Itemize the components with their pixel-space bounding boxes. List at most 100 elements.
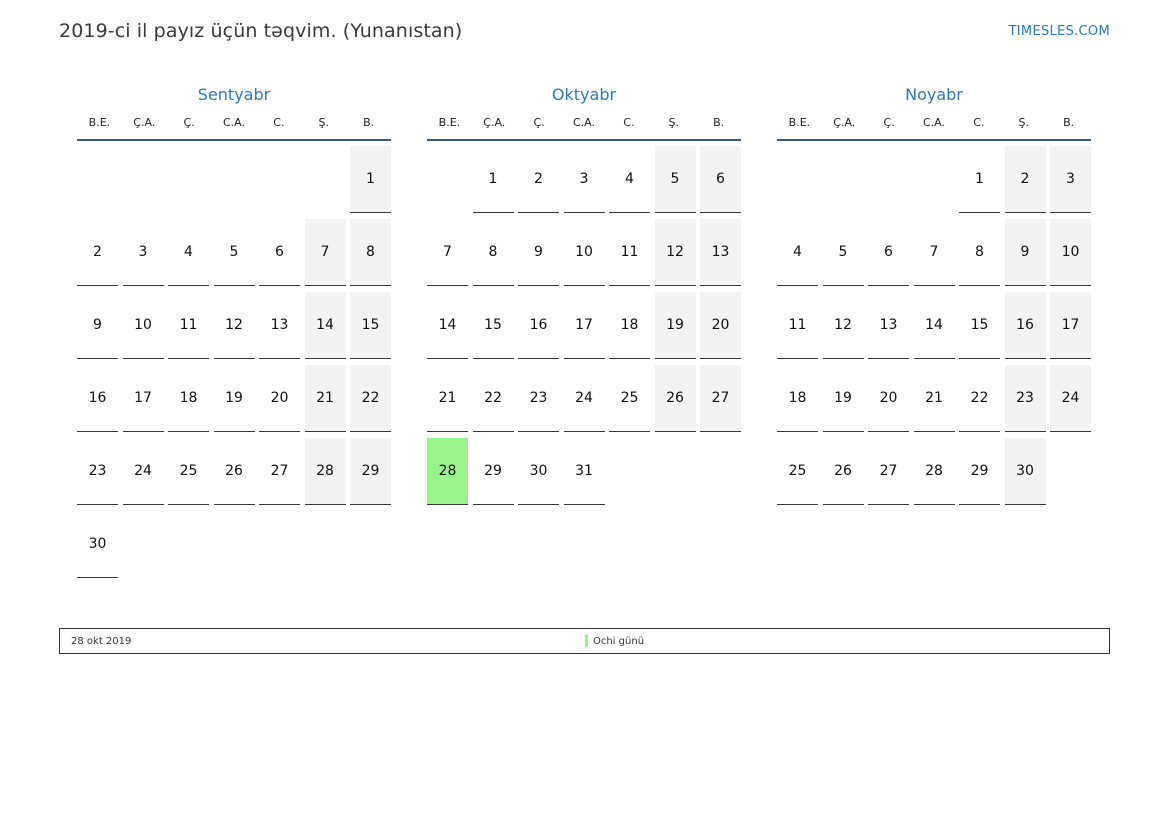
day-cell[interactable]: 5: [654, 146, 696, 213]
day-cell[interactable]: 16: [77, 365, 118, 432]
day-cell[interactable]: 28: [913, 438, 955, 505]
day-cell[interactable]: 20: [868, 365, 909, 432]
day-cell[interactable]: 23: [1004, 365, 1046, 432]
day-cell[interactable]: 6: [868, 219, 909, 286]
day-cell[interactable]: 9: [77, 292, 118, 359]
day-cell[interactable]: 29: [959, 438, 1000, 505]
day-cell[interactable]: 28: [304, 438, 346, 505]
day-cell[interactable]: 21: [427, 365, 468, 432]
day-cell[interactable]: 21: [304, 365, 346, 432]
day-cell[interactable]: 31: [563, 438, 605, 505]
day-cell[interactable]: 18: [777, 365, 818, 432]
day-cell[interactable]: 17: [1050, 292, 1091, 359]
day-cell[interactable]: 11: [777, 292, 818, 359]
day-cell[interactable]: 15: [350, 292, 391, 359]
day-cell[interactable]: 2: [77, 219, 118, 286]
day-cell[interactable]: 13: [700, 219, 741, 286]
weekday-label: Ç.: [183, 116, 195, 129]
day-cell[interactable]: 11: [609, 219, 650, 286]
weekday-label: C.A.: [923, 116, 946, 129]
day-cell[interactable]: 2: [518, 146, 559, 213]
day-cell[interactable]: 12: [822, 292, 864, 359]
day-cell[interactable]: 3: [1050, 146, 1091, 213]
day-cell[interactable]: 17: [563, 292, 605, 359]
day-cell[interactable]: 19: [213, 365, 255, 432]
day-cell[interactable]: 4: [168, 219, 209, 286]
day-cell[interactable]: 16: [1004, 292, 1046, 359]
day-cell[interactable]: 23: [77, 438, 118, 505]
day-cell[interactable]: 25: [168, 438, 209, 505]
day-cell[interactable]: 30: [518, 438, 559, 505]
day-cell[interactable]: 14: [427, 292, 468, 359]
day-cell[interactable]: 23: [518, 365, 559, 432]
day-cell[interactable]: 22: [959, 365, 1000, 432]
day-cell[interactable]: 19: [822, 365, 864, 432]
day-cell[interactable]: 21: [913, 365, 955, 432]
day-cell[interactable]: 4: [777, 219, 818, 286]
day-cell[interactable]: 17: [122, 365, 164, 432]
day-cell[interactable]: 12: [213, 292, 255, 359]
day-cell[interactable]: 26: [213, 438, 255, 505]
day-cell[interactable]: 9: [518, 219, 559, 286]
brand-link[interactable]: TIMESLES.COM: [1009, 24, 1110, 39]
day-cell[interactable]: 22: [472, 365, 514, 432]
day-cell[interactable]: 7: [427, 219, 468, 286]
day-cell[interactable]: 27: [868, 438, 909, 505]
day-cell[interactable]: 15: [472, 292, 514, 359]
day-cell[interactable]: 4: [609, 146, 650, 213]
day-cell[interactable]: 6: [700, 146, 741, 213]
day-cell[interactable]: 1: [472, 146, 514, 213]
day-cell[interactable]: 8: [959, 219, 1000, 286]
day-grid: 1 2 3 4 5 6 7 8 9 10 11 12 13 14 15 16 17 18 19 20 21 22 23 24 2…: [77, 146, 391, 578]
empty-cell: [305, 146, 346, 213]
day-cell[interactable]: 16: [518, 292, 559, 359]
day-cell[interactable]: 27: [259, 438, 300, 505]
day-cell[interactable]: 26: [654, 365, 696, 432]
day-cell[interactable]: 25: [609, 365, 650, 432]
day-cell[interactable]: 30: [77, 511, 118, 578]
day-cell[interactable]: 6: [259, 219, 300, 286]
weekday-label: C.: [623, 116, 635, 129]
day-cell[interactable]: 7: [304, 219, 346, 286]
day-cell[interactable]: 9: [1004, 219, 1046, 286]
day-cell[interactable]: 3: [122, 219, 164, 286]
day-cell[interactable]: 20: [700, 292, 741, 359]
day-cell[interactable]: 5: [822, 219, 864, 286]
day-cell[interactable]: 7: [913, 219, 955, 286]
day-cell[interactable]: 29: [350, 438, 391, 505]
day-cell[interactable]: 19: [654, 292, 696, 359]
day-cell[interactable]: 29: [472, 438, 514, 505]
day-cell[interactable]: 10: [1050, 219, 1091, 286]
day-cell[interactable]: 15: [959, 292, 1000, 359]
empty-cell: [123, 146, 164, 213]
day-cell[interactable]: 14: [913, 292, 955, 359]
day-cell[interactable]: 20: [259, 365, 300, 432]
day-cell[interactable]: 13: [259, 292, 300, 359]
day-cell[interactable]: 24: [122, 438, 164, 505]
day-cell[interactable]: 27: [700, 365, 741, 432]
day-cell[interactable]: 24: [563, 365, 605, 432]
day-cell[interactable]: 14: [304, 292, 346, 359]
day-cell[interactable]: 18: [168, 365, 209, 432]
holiday-day-cell[interactable]: 28: [427, 438, 468, 505]
day-cell[interactable]: 22: [350, 365, 391, 432]
weekday-label: B.E.: [438, 116, 461, 129]
day-cell[interactable]: 5: [213, 219, 255, 286]
day-cell[interactable]: 3: [563, 146, 605, 213]
day-cell[interactable]: 1: [959, 146, 1000, 213]
day-cell[interactable]: 8: [350, 219, 391, 286]
day-cell[interactable]: 2: [1004, 146, 1046, 213]
day-cell[interactable]: 8: [472, 219, 514, 286]
day-cell[interactable]: 10: [563, 219, 605, 286]
day-cell[interactable]: 25: [777, 438, 818, 505]
day-cell[interactable]: 24: [1050, 365, 1091, 432]
day-cell[interactable]: 18: [609, 292, 650, 359]
day-cell[interactable]: 26: [822, 438, 864, 505]
day-cell[interactable]: 30: [1004, 438, 1046, 505]
day-cell[interactable]: 11: [168, 292, 209, 359]
day-cell[interactable]: 13: [868, 292, 909, 359]
day-cell[interactable]: 1: [350, 146, 391, 213]
day-grid: 1 2 3 4 5 6 7 8 9 10 11 12 13 14 15 16 17 18 19 20 21 22 23 24 2…: [777, 146, 1091, 505]
day-cell[interactable]: 10: [122, 292, 164, 359]
day-cell[interactable]: 12: [654, 219, 696, 286]
